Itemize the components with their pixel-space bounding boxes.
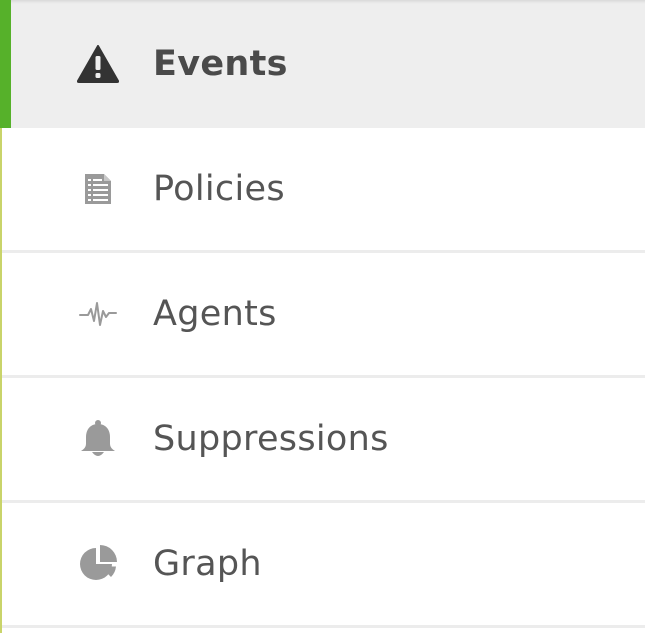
sidebar-item-label: Events <box>153 44 288 84</box>
warning-icon <box>76 42 120 86</box>
sidebar-item-policies[interactable]: Policies <box>2 128 645 253</box>
sidebar-item-label: Graph <box>153 544 262 584</box>
sidebar-item-events[interactable]: Events <box>0 0 645 128</box>
sidebar-item-graph[interactable]: Graph <box>2 503 645 628</box>
sidebar-item-label: Policies <box>153 169 285 209</box>
bell-icon <box>76 417 120 461</box>
sidebar-item-label: Suppressions <box>153 419 389 459</box>
sidebar-item-label: Agents <box>153 294 277 334</box>
sidebar-nav: Events Policies Agents Suppressions Grap… <box>0 0 645 633</box>
pie-chart-icon <box>76 542 120 586</box>
document-list-icon <box>76 167 120 211</box>
pulse-icon <box>76 292 120 336</box>
sidebar-item-agents[interactable]: Agents <box>2 253 645 378</box>
sidebar-item-suppressions[interactable]: Suppressions <box>2 378 645 503</box>
